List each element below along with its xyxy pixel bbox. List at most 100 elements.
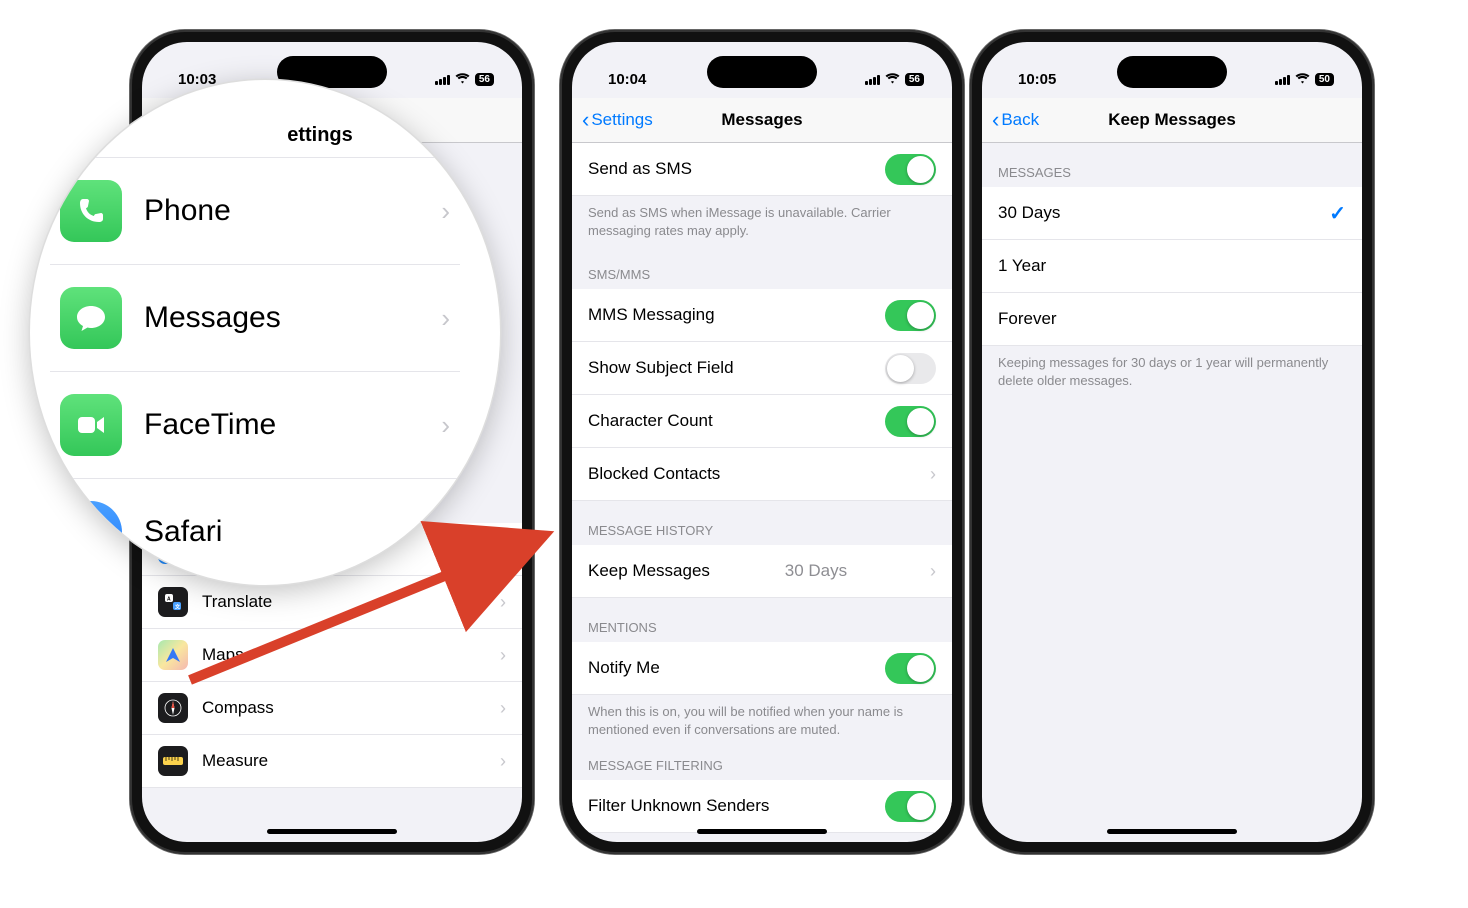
row-label: Show Subject Field: [588, 358, 734, 378]
row-label: Maps: [202, 645, 244, 665]
chevron-right-icon: ›: [922, 561, 936, 582]
chevron-right-icon: ›: [492, 751, 506, 772]
back-button[interactable]: ‹ Settings: [582, 110, 653, 130]
row-send-as-sms[interactable]: Send as SMS: [572, 143, 952, 196]
screen-messages-settings: 10:04 56 ‹ Settings Messages Send as SMS…: [572, 42, 952, 842]
row-char-count[interactable]: Character Count: [572, 395, 952, 448]
header-mentions: MENTIONS: [572, 598, 952, 642]
footer-keep: Keeping messages for 30 days or 1 year w…: [982, 346, 1362, 395]
dynamic-island: [707, 56, 817, 88]
screen-keep-messages: 10:05 50 ‹ Back Keep Messages MESSAGES 3…: [982, 42, 1362, 842]
checkmark-icon: ✓: [1329, 201, 1346, 226]
measure-icon: [158, 746, 188, 776]
back-button[interactable]: ‹ Back: [992, 110, 1039, 130]
wifi-icon: [885, 72, 900, 87]
phone-messages-settings: 10:04 56 ‹ Settings Messages Send as SMS…: [560, 30, 964, 854]
header-message-history: MESSAGE HISTORY: [572, 501, 952, 545]
magnified-settings-circle: ettings Phone › Messages › FaceTime ›: [30, 80, 500, 585]
row-mms-messaging[interactable]: MMS Messaging: [572, 289, 952, 342]
compass-icon: [158, 693, 188, 723]
row-label: Compass: [202, 698, 274, 718]
back-label: Settings: [591, 110, 652, 130]
row-label: Filter Unknown Senders: [588, 796, 769, 816]
svg-text:A: A: [167, 597, 171, 603]
chevron-right-icon: ›: [441, 303, 450, 334]
mag-item-phone[interactable]: Phone ›: [50, 158, 460, 265]
mag-item-safari[interactable]: Safari: [50, 479, 460, 585]
settings-item-compass[interactable]: Compass ›: [142, 682, 522, 735]
nav-title: Keep Messages: [1108, 110, 1236, 130]
home-indicator[interactable]: [697, 829, 827, 834]
row-value: 30 Days: [785, 561, 847, 581]
home-indicator[interactable]: [267, 829, 397, 834]
facetime-icon: [60, 394, 122, 456]
row-filter-unknown[interactable]: Filter Unknown Senders: [572, 780, 952, 833]
toggle-mms[interactable]: [885, 300, 936, 331]
footer-notify: When this is on, you will be notified wh…: [572, 695, 952, 744]
toggle-filter[interactable]: [885, 791, 936, 822]
row-label: Measure: [202, 751, 268, 771]
chevron-right-icon: ›: [441, 196, 450, 227]
nav-bar: ‹ Back Keep Messages: [982, 98, 1362, 143]
back-label: Back: [1001, 110, 1039, 130]
option-label: 30 Days: [998, 203, 1060, 223]
mag-label: Safari: [144, 515, 222, 549]
settings-item-measure[interactable]: Measure ›: [142, 735, 522, 788]
phone-icon: [60, 180, 122, 242]
row-keep-messages[interactable]: Keep Messages 30 Days ›: [572, 545, 952, 598]
mag-item-messages[interactable]: Messages ›: [50, 265, 460, 372]
row-label: Blocked Contacts: [588, 464, 720, 484]
footer-send-sms: Send as SMS when iMessage is unavailable…: [572, 196, 952, 245]
option-1-year[interactable]: 1 Year: [982, 240, 1362, 293]
row-blocked-contacts[interactable]: Blocked Contacts ›: [572, 448, 952, 501]
header-filtering: MESSAGE FILTERING: [572, 744, 952, 780]
status-time: 10:04: [608, 71, 646, 88]
mag-label: Messages: [144, 301, 281, 335]
option-forever[interactable]: Forever: [982, 293, 1362, 346]
row-label: Send as SMS: [588, 159, 692, 179]
chevron-right-icon: ›: [441, 410, 450, 441]
wifi-icon: [1295, 72, 1310, 87]
chevron-right-icon: ›: [922, 464, 936, 485]
phone-keep-messages: 10:05 50 ‹ Back Keep Messages MESSAGES 3…: [970, 30, 1374, 854]
row-label: MMS Messaging: [588, 305, 715, 325]
maps-icon: [158, 640, 188, 670]
toggle-notify[interactable]: [885, 653, 936, 684]
toggle-charcount[interactable]: [885, 406, 936, 437]
row-label: Character Count: [588, 411, 713, 431]
option-label: 1 Year: [998, 256, 1046, 276]
nav-title: Messages: [721, 110, 802, 130]
mag-label: Phone: [144, 194, 231, 228]
battery-level: 56: [905, 73, 924, 86]
status-time: 10:05: [1018, 71, 1056, 88]
mag-label: FaceTime: [144, 408, 276, 442]
dynamic-island: [1117, 56, 1227, 88]
nav-bar: ‹ Settings Messages: [572, 98, 952, 143]
header-messages: MESSAGES: [982, 143, 1362, 187]
header-sms-mms: SMS/MMS: [572, 245, 952, 289]
mag-title: ettings: [180, 110, 460, 157]
signal-icon: [865, 74, 880, 85]
row-label: Keep Messages: [588, 561, 710, 581]
status-right: 50: [1275, 72, 1334, 87]
chevron-right-icon: ›: [492, 698, 506, 719]
toggle-send-sms[interactable]: [885, 154, 936, 185]
translate-icon: A文: [158, 587, 188, 617]
safari-icon: [60, 501, 122, 563]
toggle-subject[interactable]: [885, 353, 936, 384]
chevron-right-icon: ›: [492, 645, 506, 666]
status-right: 56: [865, 72, 924, 87]
option-label: Forever: [998, 309, 1057, 329]
settings-item-maps[interactable]: Maps ›: [142, 629, 522, 682]
row-label: Notify Me: [588, 658, 660, 678]
mag-item-facetime[interactable]: FaceTime ›: [50, 372, 460, 479]
chevron-right-icon: ›: [492, 592, 506, 613]
messages-icon: [60, 287, 122, 349]
signal-icon: [1275, 74, 1290, 85]
option-30-days[interactable]: 30 Days ✓: [982, 187, 1362, 240]
row-label: Translate: [202, 592, 272, 612]
home-indicator[interactable]: [1107, 829, 1237, 834]
row-show-subject[interactable]: Show Subject Field: [572, 342, 952, 395]
row-notify-me[interactable]: Notify Me: [572, 642, 952, 695]
battery-level: 50: [1315, 73, 1334, 86]
